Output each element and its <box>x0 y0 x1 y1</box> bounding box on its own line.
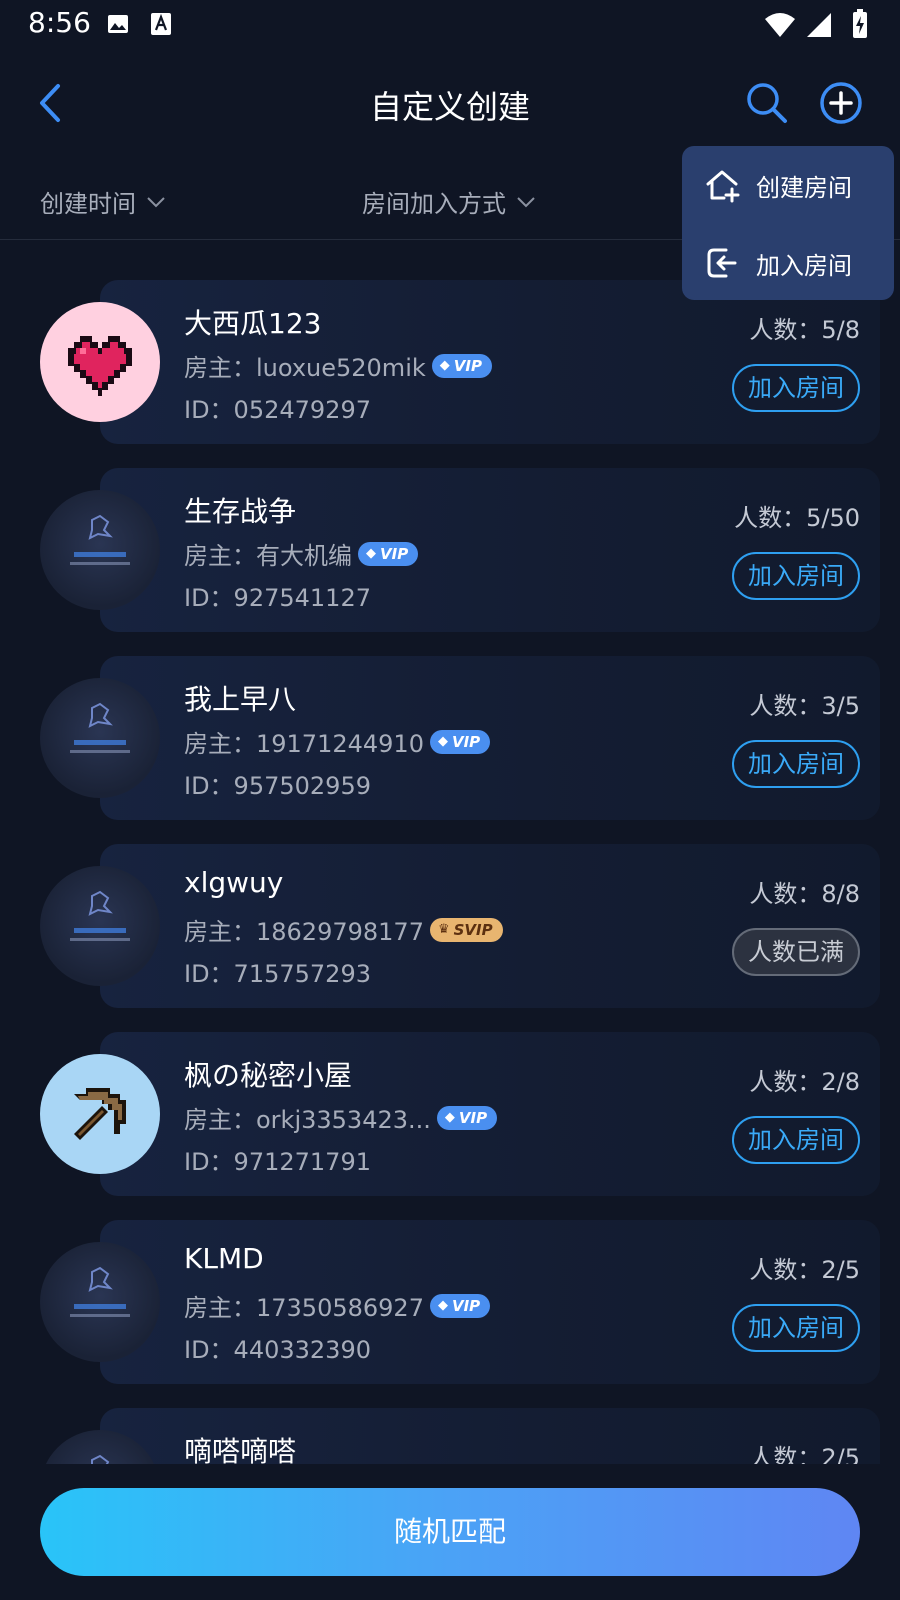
room-owner: 房主：orkj3353423... <box>184 1106 431 1134</box>
room-avatar <box>40 490 160 610</box>
room-name: KLMD <box>184 1242 264 1275</box>
room-owner-line: 房主：19171244910 ◆ VIP <box>184 724 491 759</box>
room-full-button[interactable]: 人数已满 <box>732 928 860 976</box>
diamond-icon: ◆ <box>437 1298 448 1313</box>
chevron-down-icon <box>517 196 535 207</box>
add-menu: 创建房间 加入房间 <box>682 146 894 300</box>
diamond-icon: ◆ <box>437 734 448 749</box>
font-notification-icon <box>151 13 171 35</box>
room-avatar <box>40 1054 160 1174</box>
signal-icon <box>807 13 831 37</box>
vip-badge: ◆ VIP <box>358 541 419 566</box>
room-member-count: 人数：5/8 <box>749 316 860 344</box>
diamond-icon: ◆ <box>366 546 376 561</box>
room-id: ID：715757293 <box>184 960 371 988</box>
room-avatar <box>40 678 160 798</box>
room-owner: 房主：18629798177 <box>184 918 424 946</box>
room-row[interactable]: 生存战争 房主：有大机编 ◆ VIP ID：927541127 人数：5/50 加… <box>0 468 900 632</box>
join-room-button[interactable]: 加入房间 <box>732 740 860 788</box>
default-logo-icon <box>70 890 130 941</box>
join-room-button[interactable]: 加入房间 <box>732 552 860 600</box>
room-owner: 房主：17350586927 <box>184 1294 424 1322</box>
room-avatar <box>40 302 160 422</box>
room-id: ID：971271791 <box>184 1148 371 1176</box>
room-owner-line: 房主：18629798177 ♛ SVIP <box>184 912 503 947</box>
room-owner-line: 房主：luoxue520mik ◆ VIP <box>184 348 492 383</box>
add-icon[interactable] <box>818 80 864 126</box>
join-room-button[interactable]: 加入房间 <box>732 1304 860 1352</box>
diamond-icon: ◆ <box>444 1110 455 1125</box>
vip-badge: ◆ VIP <box>436 1105 498 1130</box>
room-name: xlgwuy <box>184 866 284 899</box>
menu-create-room[interactable]: 创建房间 <box>682 150 894 220</box>
vip-badge: ◆ VIP <box>429 729 491 754</box>
home-add-icon <box>706 170 740 203</box>
default-logo-icon <box>70 1266 130 1317</box>
wifi-icon <box>765 13 795 37</box>
chevron-down-icon <box>147 196 165 207</box>
room-avatar <box>40 866 160 986</box>
room-name: 生存战争 <box>184 495 297 528</box>
room-id: ID：927541127 <box>184 584 371 612</box>
pixel-pickaxe-icon <box>74 1088 126 1140</box>
vip-badge: ◆ VIP <box>429 1293 491 1318</box>
menu-join-room[interactable]: 加入房间 <box>682 228 894 298</box>
menu-join-room-label: 加入房间 <box>756 251 852 280</box>
room-row[interactable]: 我上早八 房主：19171244910 ◆ VIP ID：957502959 人数… <box>0 656 900 820</box>
room-owner: 房主：有大机编 <box>184 542 352 570</box>
room-row[interactable]: xlgwuy 房主：18629798177 ♛ SVIP ID：715757293… <box>0 844 900 1008</box>
room-name: 枫の秘密小屋 <box>184 1059 353 1092</box>
room-name: 嘀嗒嘀嗒 <box>184 1435 297 1464</box>
filter-join-mode-label: 房间加入方式 <box>362 190 506 218</box>
filter-join-mode[interactable]: 房间加入方式 <box>362 184 536 219</box>
status-bar: 8:56 <box>0 0 900 48</box>
filter-create-time[interactable]: 创建时间 <box>40 184 166 219</box>
room-member-count: 人数：8/8 <box>749 880 860 908</box>
login-icon <box>707 248 737 278</box>
room-id: ID：052479297 <box>184 396 371 424</box>
room-member-count: 人数：5/50 <box>734 504 860 532</box>
svip-badge: ♛ SVIP <box>429 917 503 942</box>
room-owner: 房主：19171244910 <box>184 730 424 758</box>
room-row[interactable]: KLMD 房主：17350586927 ◆ VIP ID：440332390 人数… <box>0 1220 900 1384</box>
filter-create-time-label: 创建时间 <box>40 190 136 218</box>
room-id: ID：957502959 <box>184 772 371 800</box>
room-member-count: 人数：2/5 <box>749 1444 860 1464</box>
room-name: 我上早八 <box>184 683 297 716</box>
random-match-button[interactable]: 随机匹配 <box>40 1488 860 1576</box>
search-icon[interactable] <box>744 80 790 126</box>
room-owner: 房主：luoxue520mik <box>184 354 426 382</box>
battery-charging-icon <box>853 9 867 38</box>
diamond-icon: ◆ <box>439 358 450 373</box>
status-time: 8:56 <box>28 6 91 39</box>
pixel-heart-icon <box>68 336 132 396</box>
crown-icon: ♛ <box>437 922 450 937</box>
room-owner-line: 房主：17350586927 ◆ VIP <box>184 1288 491 1323</box>
default-logo-icon <box>70 702 130 753</box>
room-row[interactable]: 枫の秘密小屋 房主：orkj3353423... ◆ VIP ID：9712717… <box>0 1032 900 1196</box>
room-list: 大西瓜123 房主：luoxue520mik ◆ VIP ID：052479297… <box>0 280 900 1464</box>
room-name: 大西瓜123 <box>184 307 322 340</box>
room-row[interactable]: 嘀嗒嘀嗒 人数：2/5 <box>0 1408 900 1464</box>
join-room-button[interactable]: 加入房间 <box>732 1116 860 1164</box>
header: 自定义创建 <box>0 60 900 146</box>
room-id: ID：440332390 <box>184 1336 371 1364</box>
room-member-count: 人数：2/8 <box>749 1068 860 1096</box>
room-owner-line: 房主：有大机编 ◆ VIP <box>184 536 419 571</box>
join-room-button[interactable]: 加入房间 <box>732 364 860 412</box>
vip-badge: ◆ VIP <box>431 353 492 378</box>
room-owner-line: 房主：orkj3353423... ◆ VIP <box>184 1100 498 1135</box>
room-member-count: 人数：2/5 <box>749 1256 860 1284</box>
image-notification-icon <box>108 15 128 33</box>
room-row[interactable]: 大西瓜123 房主：luoxue520mik ◆ VIP ID：052479297… <box>0 280 900 444</box>
menu-create-room-label: 创建房间 <box>756 173 852 202</box>
room-avatar <box>40 1242 160 1362</box>
default-logo-icon <box>70 514 130 565</box>
room-member-count: 人数：3/5 <box>749 692 860 720</box>
